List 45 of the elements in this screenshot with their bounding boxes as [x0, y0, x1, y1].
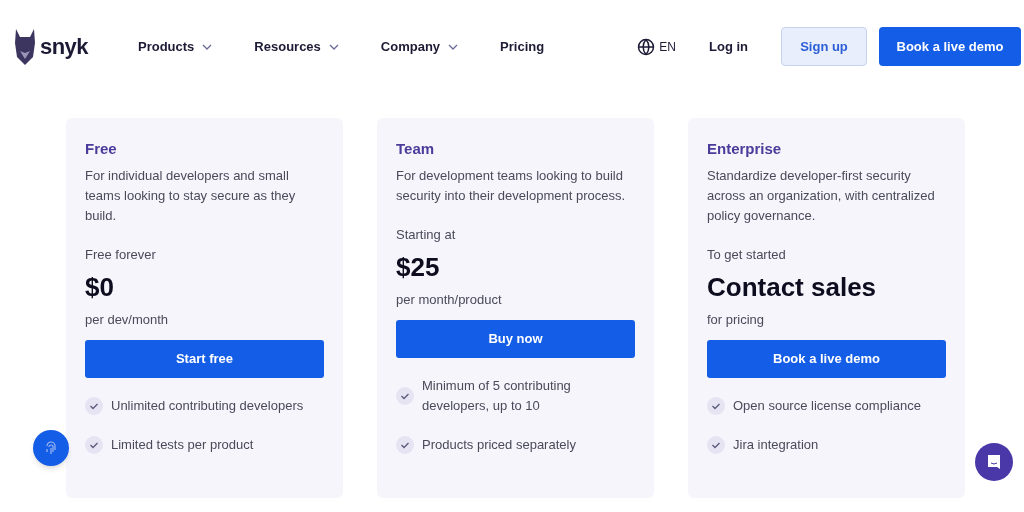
feature-text: Jira integration [733, 436, 819, 454]
price: $0 [85, 271, 115, 304]
price-label: Starting at [396, 226, 457, 244]
price-label: To get started [707, 246, 787, 264]
chat-icon [986, 454, 1002, 470]
check-icon [396, 436, 414, 454]
nav-menu-item[interactable]: Company [380, 36, 459, 57]
check-icon [85, 436, 103, 454]
price-note: for pricing [707, 311, 766, 329]
login-link[interactable]: Log in [709, 36, 748, 57]
plan-description: For development teams looking to build security into their development process. [396, 167, 627, 205]
price-note: per dev/month [85, 311, 170, 329]
price-note: per month/product [396, 291, 503, 309]
language-selector[interactable]: EN [637, 37, 676, 56]
plan-name: Team [396, 139, 436, 159]
price: $25 [396, 251, 441, 284]
feature-text: Unlimited contributing developers [111, 397, 304, 415]
check-icon [707, 397, 725, 415]
price-label: Free forever [85, 246, 157, 264]
plan-description: Standardize developer-first security across an organization, with centralized policy governance. [707, 167, 936, 225]
nav-menu-item[interactable]: Products [138, 36, 213, 57]
nav-menu-item[interactable]: Resources [254, 36, 339, 57]
feature-text: Open source license compliance [733, 397, 921, 415]
signup-button[interactable]: Sign up [781, 27, 867, 66]
logo-text: snyk [40, 33, 88, 61]
globe-icon [637, 37, 656, 56]
check-icon [396, 387, 414, 405]
check-icon [85, 397, 103, 415]
price: Contact sales [707, 271, 878, 304]
plan-description: For individual developers and small teams looking to stay secure as they build. [85, 167, 297, 225]
plan-name: Free [85, 139, 118, 159]
feature-text: Products priced separately [422, 436, 576, 454]
check-icon [707, 436, 725, 454]
feature-text: Limited tests per product [111, 436, 254, 454]
plan-button[interactable]: Book a live demo [707, 340, 946, 378]
plan-name: Enterprise [707, 139, 783, 159]
dog-head-logo-icon [14, 28, 36, 65]
chat-button[interactable] [975, 443, 1013, 481]
plan-button[interactable]: Start free [85, 340, 324, 378]
book-demo-button[interactable]: Book a live demo [879, 27, 1021, 66]
feature-text: Minimum of 5 contributing developers, up to 10 [422, 377, 572, 415]
nav-menu-item[interactable]: Pricing [500, 36, 545, 57]
plan-button[interactable]: Buy now [396, 320, 635, 358]
fingerprint-button[interactable] [33, 430, 69, 466]
fingerprint-icon [45, 441, 57, 455]
